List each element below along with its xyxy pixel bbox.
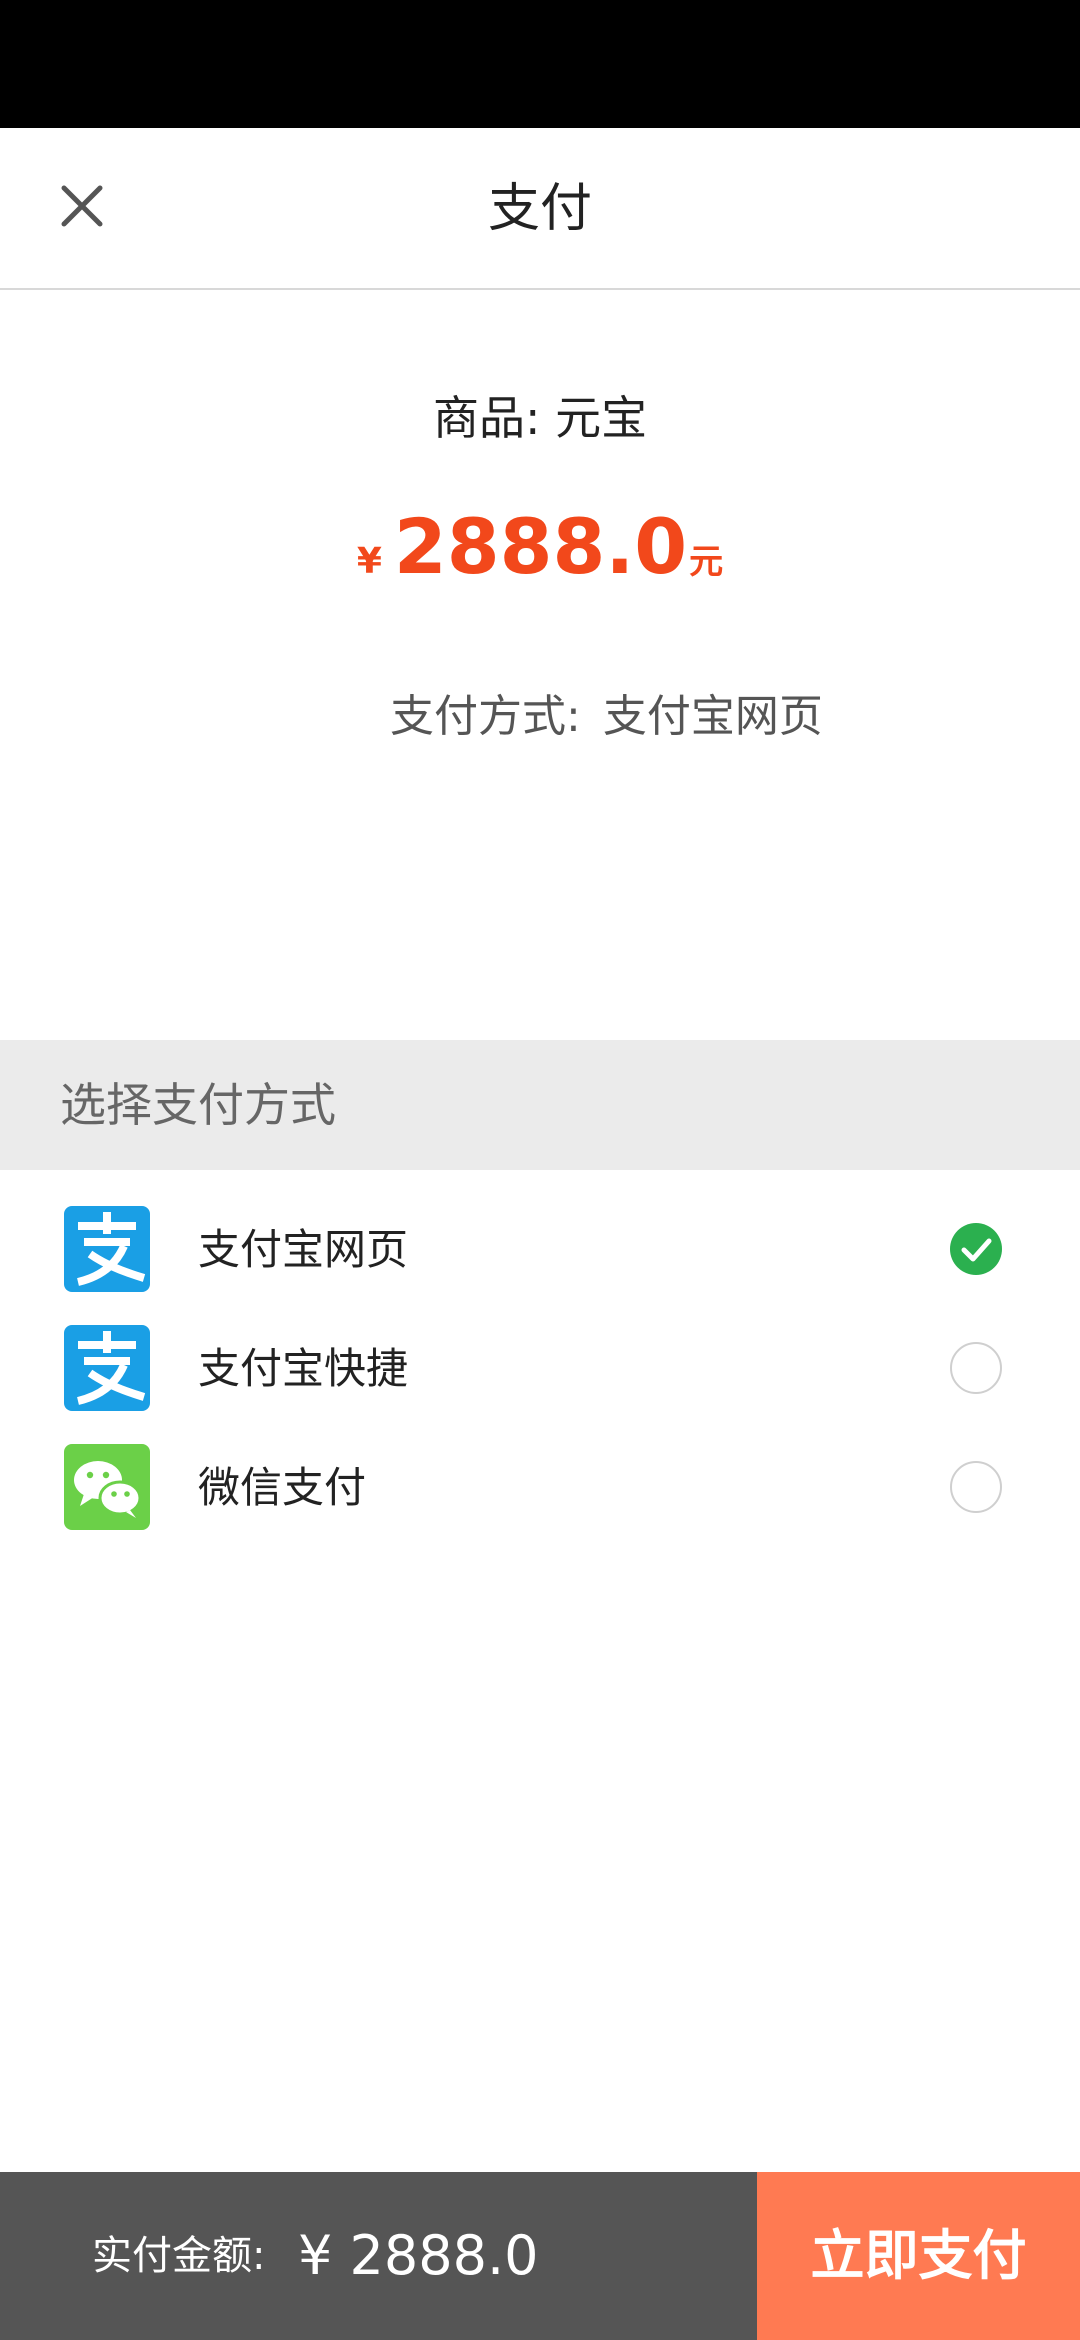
total-amount: ¥ 2888.0 bbox=[298, 2224, 539, 2287]
alipay-icon bbox=[64, 1325, 150, 1411]
method-value: 支付宝网页 bbox=[602, 691, 823, 742]
header: 支付 bbox=[0, 128, 1080, 290]
product-line: 商品: 元宝 bbox=[0, 390, 1080, 446]
bottom-bar: 实付金额: ¥ 2888.0 立即支付 bbox=[0, 2172, 1080, 2340]
payment-option-wechat[interactable]: 微信支付 bbox=[0, 1428, 1080, 1547]
wechat-pay-icon bbox=[64, 1444, 150, 1530]
total-area: 实付金额: ¥ 2888.0 bbox=[0, 2172, 757, 2340]
total-label: 实付金额: bbox=[92, 2233, 266, 2279]
order-summary: 商品: 元宝 ¥2888.0元 支付方式: 支付宝网页 bbox=[0, 292, 1080, 1040]
page-title: 支付 bbox=[487, 179, 592, 239]
radio-unchecked[interactable] bbox=[950, 1461, 1002, 1513]
checkmark-icon bbox=[961, 1238, 992, 1262]
payment-option-label: 微信支付 bbox=[198, 1463, 367, 1512]
status-bar bbox=[0, 0, 1080, 128]
product-name: 元宝 bbox=[555, 391, 648, 445]
alipay-icon bbox=[64, 1206, 150, 1292]
method-label: 支付方式: bbox=[390, 691, 581, 742]
payment-option-label: 支付宝快捷 bbox=[198, 1344, 409, 1393]
price-unit: 元 bbox=[689, 542, 724, 582]
payment-method-section-header: 选择支付方式 bbox=[0, 1040, 1080, 1170]
price-amount: 2888.0 bbox=[393, 502, 688, 591]
price: ¥2888.0元 bbox=[0, 502, 1080, 591]
pay-now-button[interactable]: 立即支付 bbox=[757, 2172, 1080, 2340]
radio-unchecked[interactable] bbox=[950, 1342, 1002, 1394]
payment-option-alipay-web[interactable]: 支付宝网页 bbox=[0, 1190, 1080, 1309]
radio-checked[interactable] bbox=[950, 1223, 1002, 1275]
product-label: 商品: bbox=[432, 391, 541, 445]
currency-symbol: ¥ bbox=[356, 541, 382, 582]
payment-option-alipay-quick[interactable]: 支付宝快捷 bbox=[0, 1309, 1080, 1428]
payment-option-label: 支付宝网页 bbox=[198, 1225, 409, 1274]
selected-method-line: 支付方式: 支付宝网页 bbox=[390, 680, 823, 744]
section-title: 选择支付方式 bbox=[60, 1078, 336, 1132]
